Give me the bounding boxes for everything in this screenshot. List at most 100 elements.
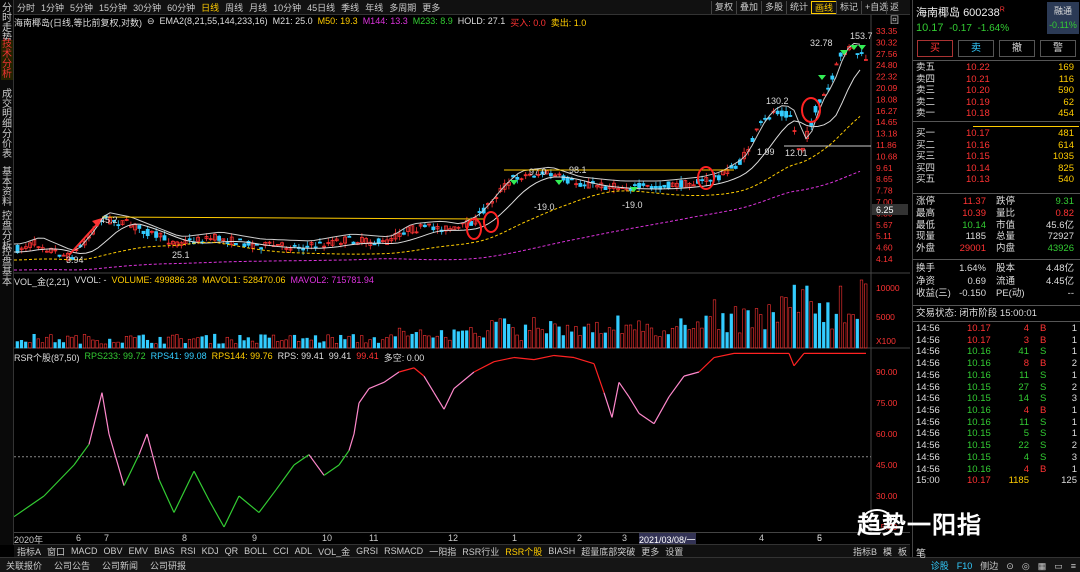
period-tab[interactable]: 1分钟 [38, 1, 67, 14]
indicator-tab[interactable]: BIAS [151, 546, 178, 556]
volume-tick: 10000 [876, 283, 900, 293]
indicator-tab[interactable]: BIASH [545, 546, 578, 556]
indicator-tab[interactable]: QR [222, 546, 242, 556]
bottom-tab[interactable]: 公司研报 [144, 559, 192, 572]
left-tab[interactable]: 控盘基本 [1, 248, 13, 288]
toolbar-button[interactable]: 多股 [761, 1, 786, 14]
volume-bar [616, 315, 620, 349]
left-tab[interactable]: 技术分析 [1, 40, 13, 80]
period-tab[interactable]: 季线 [338, 1, 362, 14]
candle [313, 246, 318, 249]
period-tab[interactable]: 10分钟 [270, 1, 304, 14]
sell-button[interactable]: 卖 [958, 40, 994, 57]
left-tab[interactable]: 控盘分析 [1, 212, 13, 252]
bottom-right-button[interactable]: ▦ [1034, 561, 1051, 571]
toolbar-button[interactable]: 画线 [811, 1, 838, 14]
bottom-tab[interactable]: 公司新闻 [96, 559, 144, 572]
period-tab[interactable]: 更多 [419, 1, 443, 14]
left-tab[interactable]: 成交明细 [1, 90, 13, 130]
indicator-tab[interactable]: 超量底部突破 [578, 545, 638, 558]
volume-bar [15, 341, 19, 349]
candle [733, 165, 738, 169]
bottom-tab[interactable]: 公司公告 [48, 559, 96, 572]
indicator-tab[interactable]: GRSI [353, 546, 381, 556]
volume-bar [498, 318, 502, 349]
toolbar-button[interactable]: 标记 [836, 1, 861, 14]
level-volume: 590 [1058, 85, 1074, 97]
period-toolbar: 分时 1分钟 5分钟 15分钟 30分钟 60分钟 日线 周线 月线 10分钟 45日线 季线 年线 多周… [14, 0, 910, 25]
bottom-right-button[interactable]: 侧边 [976, 561, 1002, 571]
bottom-right-button[interactable]: ◎ [1018, 561, 1034, 571]
period-tab[interactable]: 日线 [198, 1, 222, 14]
stat-value: 10.39 [962, 207, 986, 219]
indicator-tab[interactable]: BOLL [241, 546, 270, 556]
indicator-tab[interactable]: RSR行业 [459, 545, 502, 558]
level-price: 10.18 [966, 108, 990, 120]
bottom-right-button[interactable]: ≡ [1067, 561, 1080, 571]
period-tab[interactable]: 45日线 [304, 1, 338, 14]
volume-bar [431, 337, 435, 349]
indicator-tab[interactable]: KDJ [199, 546, 222, 556]
period-tab[interactable]: 月线 [246, 1, 270, 14]
volume-bar [288, 335, 292, 349]
level-volume: 1035 [1052, 151, 1074, 163]
indicator-side-tab[interactable]: 模 [880, 547, 895, 557]
tick-time: 14:56 [916, 369, 940, 381]
toolbar-button[interactable]: 叠加 [736, 1, 761, 14]
period-tab[interactable]: 5分钟 [67, 1, 96, 14]
indicator-tab[interactable]: 设置 [662, 545, 686, 558]
cancel-order-button[interactable]: 撤 [999, 40, 1035, 57]
period-tab[interactable]: 15分钟 [96, 1, 130, 14]
volume-bar [838, 285, 843, 349]
indicator-side-tab[interactable]: 板 [895, 547, 910, 557]
legend-item: 99.41 [356, 351, 379, 361]
period-tab[interactable]: 分时 [14, 1, 38, 14]
indicator-tab[interactable]: 窗口 [44, 545, 68, 558]
volume-bar [607, 327, 612, 349]
indicator-tab[interactable]: RSMACD [381, 546, 426, 556]
indicator-tab[interactable]: MACD [68, 546, 101, 556]
tick-volume: 8 [1023, 358, 1029, 370]
stock-chart[interactable]: 3.94 45.2 25.1 97.0 98.1 -19.0 -19.0 130.2 1.99 1… [14, 15, 910, 532]
stat-value: -0.150 [959, 288, 986, 300]
tick-count: 1 [1071, 334, 1077, 346]
indicator-tab[interactable]: ADL [292, 546, 316, 556]
toolbar-button[interactable]: 复权 [711, 1, 736, 14]
indicator-tab[interactable]: EMV [126, 546, 152, 556]
bottom-right-button[interactable]: 诊股 [927, 561, 953, 571]
bottom-tab[interactable]: 关联报价 [0, 559, 48, 572]
left-tab[interactable]: 基本资料 [1, 168, 13, 208]
toolbar-button[interactable]: 返回 [886, 1, 910, 25]
indicator-tab[interactable]: VOL_金 [315, 545, 353, 558]
indicator-tab[interactable]: RSI [178, 546, 199, 556]
bottom-right-button[interactable]: ▭ [1050, 561, 1067, 571]
toolbar-button[interactable]: 统计 [786, 1, 811, 14]
left-tab[interactable]: 分时走势 [1, 4, 13, 44]
tick-volume: 27 [1018, 381, 1029, 393]
alert-button[interactable]: 警 [1040, 40, 1076, 57]
period-tab[interactable]: 多周期 [386, 1, 419, 14]
indicator-tab[interactable]: OBV [101, 546, 126, 556]
period-tab[interactable]: 60分钟 [164, 1, 198, 14]
candle [641, 183, 646, 186]
left-tab[interactable]: 分价表 [1, 130, 13, 160]
period-tab[interactable]: 30分钟 [130, 1, 164, 14]
period-tab[interactable]: 年线 [362, 1, 386, 14]
bottom-right-button[interactable]: F10 [953, 561, 977, 571]
volume-bar [544, 333, 549, 349]
indicator-tab[interactable]: 更多 [638, 545, 662, 558]
buy-button[interactable]: 买 [917, 40, 953, 57]
rz-button[interactable]: 融通 -0.11% [1047, 2, 1079, 34]
level-volume: 116 [1058, 73, 1074, 85]
indicator-side-tab[interactable]: 指标B [850, 547, 880, 557]
indicator-tab[interactable]: 一阳指 [426, 545, 459, 558]
bottom-right-button[interactable]: ⊙ [1002, 561, 1018, 571]
price-tick: 5.11 [876, 231, 892, 241]
indicator-tab[interactable]: CCI [270, 546, 292, 556]
period-tab[interactable]: 周线 [222, 1, 246, 14]
rsr-tick: 60.00 [876, 429, 898, 439]
indicator-tab[interactable]: RSR个股 [502, 545, 545, 558]
tick-count: 1 [1071, 416, 1077, 428]
indicator-tab[interactable]: 指标A [14, 545, 44, 558]
volume-bar [662, 330, 666, 349]
